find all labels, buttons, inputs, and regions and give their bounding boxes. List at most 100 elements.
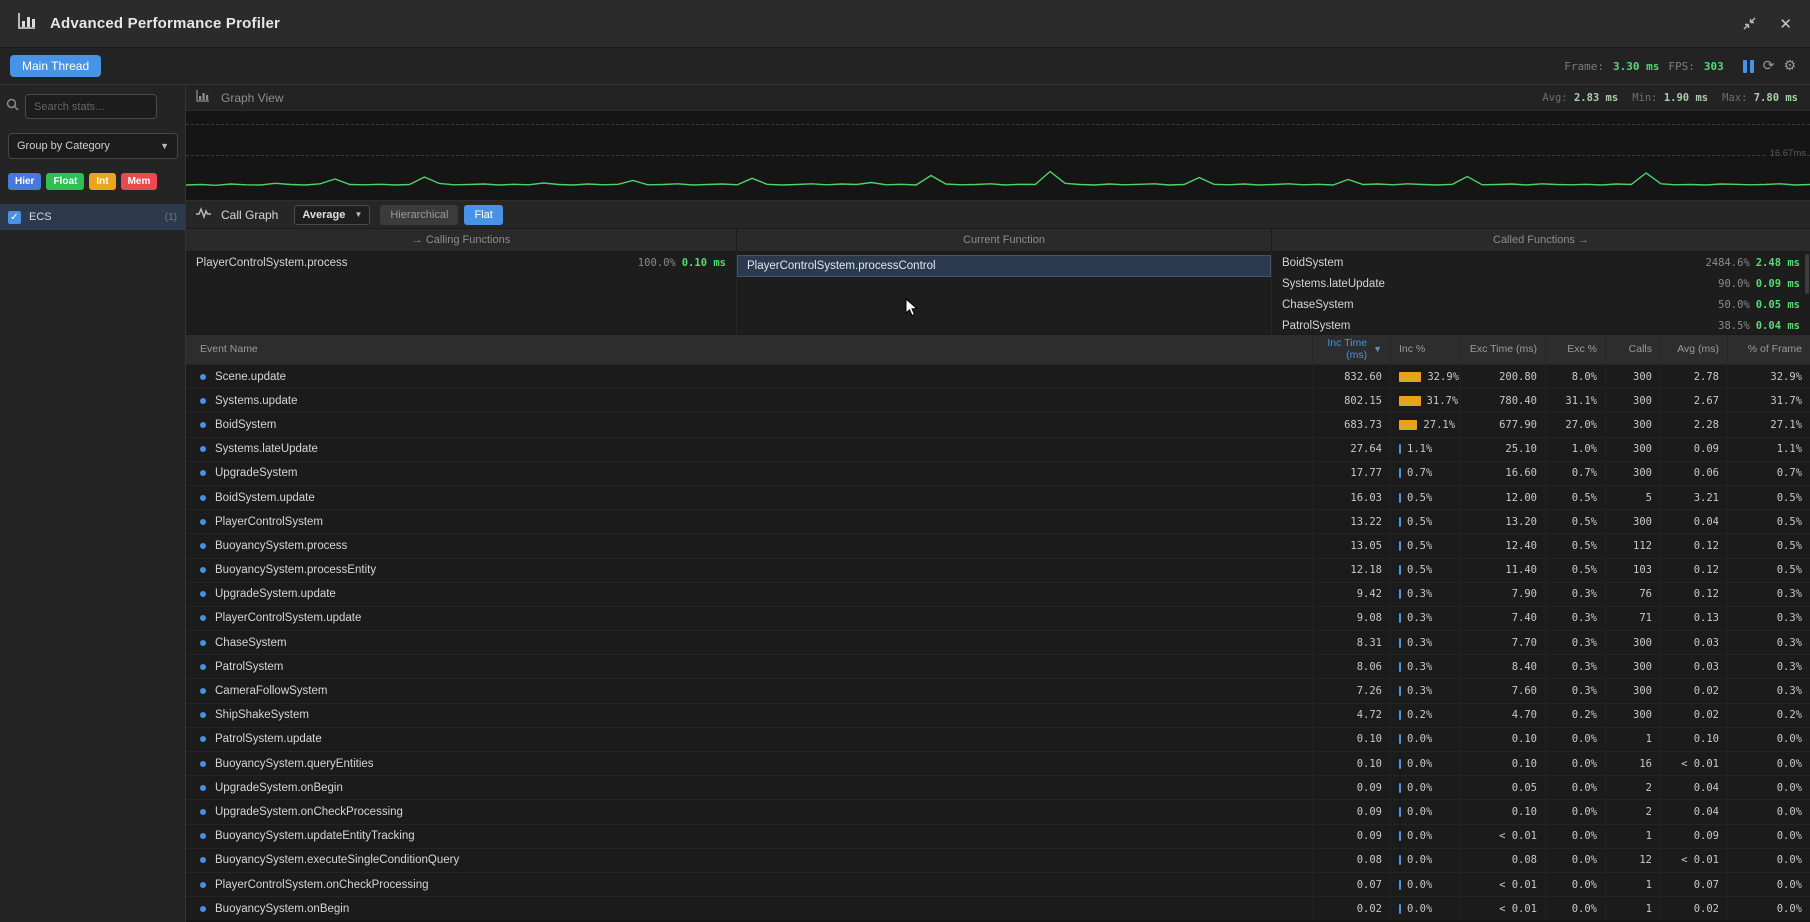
calls-value: 300: [1605, 389, 1660, 412]
inc-time-value: 7.26: [1312, 679, 1390, 702]
table-row[interactable]: BuoyancySystem.onBegin0.020.0%< 0.010.0%…: [186, 896, 1810, 920]
called-function-row[interactable]: BoidSystem2484.6%2.48 ms: [1272, 252, 1810, 273]
table-row[interactable]: BoidSystem.update16.030.5%12.000.5%53.21…: [186, 485, 1810, 509]
event-bullet-icon: [200, 736, 206, 742]
event-bullet-icon: [200, 906, 206, 912]
collapse-icon[interactable]: [1742, 16, 1757, 31]
avg-value: 0.04: [1660, 510, 1727, 533]
column-header-name[interactable]: Event Name: [186, 335, 1312, 364]
category-row-ecs[interactable]: ✓ECS(1): [0, 204, 185, 230]
table-row[interactable]: Systems.lateUpdate27.641.1%25.101.0%3000…: [186, 437, 1810, 461]
table-row[interactable]: UpgradeSystem.onBegin0.090.0%0.050.0%20.…: [186, 775, 1810, 799]
inc-pct-bar: [1399, 759, 1401, 769]
frame-pct-value: 32.9%: [1727, 365, 1810, 388]
calls-value: 300: [1605, 413, 1660, 436]
frame-pct-value: 31.7%: [1727, 389, 1810, 412]
frame-time-line: [186, 111, 1810, 200]
table-row[interactable]: BuoyancySystem.executeSingleConditionQue…: [186, 848, 1810, 872]
event-bullet-icon: [200, 615, 206, 621]
table-row[interactable]: CameraFollowSystem7.260.3%7.600.3%3000.0…: [186, 678, 1810, 702]
column-header-inc[interactable]: Inc Time (ms)▼: [1312, 335, 1390, 364]
called-function-row[interactable]: PatrolSystem38.5%0.04 ms: [1272, 315, 1810, 334]
exc-time-value: 7.70: [1460, 631, 1545, 654]
hierarchical-button[interactable]: Hierarchical: [380, 205, 458, 225]
table-row[interactable]: PlayerControlSystem13.220.5%13.200.5%300…: [186, 509, 1810, 533]
event-name: UpgradeSystem.update: [215, 588, 336, 600]
search-input[interactable]: [25, 94, 157, 119]
flat-button[interactable]: Flat: [464, 205, 502, 225]
function-name: PlayerControlSystem.process: [196, 257, 347, 269]
inc-time-value: 27.64: [1312, 438, 1390, 461]
calling-functions-header: → Calling Functions: [186, 228, 737, 252]
table-row[interactable]: ChaseSystem8.310.3%7.700.3%3000.030.3%: [186, 630, 1810, 654]
table-row[interactable]: BuoyancySystem.updateEntityTracking0.090…: [186, 824, 1810, 848]
group-by-select[interactable]: Group by Category ▼: [8, 133, 178, 159]
inc-pct-bar: [1399, 904, 1401, 914]
column-header-calls[interactable]: Calls: [1605, 335, 1660, 364]
table-row[interactable]: UpgradeSystem17.770.7%16.600.7%3000.060.…: [186, 461, 1810, 485]
table-row[interactable]: BuoyancySystem.process13.050.5%12.400.5%…: [186, 533, 1810, 557]
pause-icon[interactable]: [1743, 60, 1754, 73]
mode-select[interactable]: Average ▼: [294, 205, 370, 225]
column-header-exc[interactable]: Exc Time (ms): [1460, 335, 1545, 364]
column-header-avg[interactable]: Avg (ms): [1660, 335, 1727, 364]
inc-time-value: 0.10: [1312, 728, 1390, 751]
exc-pct-value: 0.0%: [1545, 800, 1605, 823]
calls-value: 300: [1605, 655, 1660, 678]
exc-time-value: 8.40: [1460, 655, 1545, 678]
gear-icon[interactable]: ⚙: [1783, 58, 1796, 74]
tab-main-thread[interactable]: Main Thread: [10, 55, 101, 77]
table-row[interactable]: ShipShakeSystem4.720.2%4.700.2%3000.020.…: [186, 703, 1810, 727]
current-function-cell[interactable]: PlayerControlSystem.processControl: [737, 255, 1271, 277]
table-row[interactable]: Systems.update802.1531.7%780.4031.1%3002…: [186, 388, 1810, 412]
exc-time-value: 7.60: [1460, 679, 1545, 702]
fps-label: FPS:: [1668, 60, 1695, 73]
exc-pct-value: 0.2%: [1545, 704, 1605, 727]
frame-pct-value: 0.3%: [1727, 655, 1810, 678]
table-row[interactable]: BoidSystem683.7327.1%677.9027.0%3002.282…: [186, 412, 1810, 436]
stats-table-header: Event NameInc Time (ms)▼Inc %Exc Time (m…: [186, 334, 1810, 364]
column-header-excp[interactable]: Exc %: [1545, 335, 1605, 364]
filter-chip-hier[interactable]: Hier: [8, 173, 41, 190]
table-row[interactable]: BuoyancySystem.queryEntities0.100.0%0.10…: [186, 751, 1810, 775]
calls-value: 76: [1605, 583, 1660, 606]
close-icon[interactable]: ✕: [1779, 15, 1792, 33]
inc-time-value: 17.77: [1312, 462, 1390, 485]
stats-table-body: Scene.update832.6032.9%200.808.0%3002.78…: [186, 364, 1810, 920]
table-row[interactable]: PatrolSystem8.060.3%8.400.3%3000.030.3%: [186, 654, 1810, 678]
table-row[interactable]: BuoyancySystem.processEntity12.180.5%11.…: [186, 558, 1810, 582]
frame-pct-value: 0.3%: [1727, 583, 1810, 606]
calls-value: 300: [1605, 679, 1660, 702]
inc-pct-value: 0.0%: [1407, 854, 1432, 866]
frame-pct-value: 0.0%: [1727, 800, 1810, 823]
avg-value: 0.02: [1660, 897, 1727, 920]
inc-pct-bar: [1399, 444, 1401, 454]
column-header-fr[interactable]: % of Frame: [1727, 335, 1810, 364]
calling-function-row[interactable]: PlayerControlSystem.process100.0%0.10 ms: [186, 252, 736, 273]
inc-pct-value: 0.5%: [1407, 516, 1432, 528]
event-bullet-icon: [200, 567, 206, 573]
called-function-row[interactable]: Systems.lateUpdate90.0%0.09 ms: [1272, 273, 1810, 294]
inc-pct-bar: [1399, 372, 1421, 382]
table-row[interactable]: Scene.update832.6032.9%200.808.0%3002.78…: [186, 364, 1810, 388]
table-row[interactable]: PlayerControlSystem.update9.080.3%7.400.…: [186, 606, 1810, 630]
table-row[interactable]: UpgradeSystem.update9.420.3%7.900.3%760.…: [186, 582, 1810, 606]
filter-chip-float[interactable]: Float: [46, 173, 84, 190]
exc-time-value: 0.08: [1460, 849, 1545, 872]
refresh-icon[interactable]: ⟳: [1763, 58, 1775, 74]
calls-value: 300: [1605, 510, 1660, 533]
exc-pct-value: 0.0%: [1545, 825, 1605, 848]
filter-chip-int[interactable]: Int: [89, 173, 115, 190]
checkbox-checked-icon[interactable]: ✓: [8, 211, 21, 224]
frame-time-plot[interactable]: 16.67ms: [186, 111, 1810, 200]
table-row[interactable]: PatrolSystem.update0.100.0%0.100.0%10.10…: [186, 727, 1810, 751]
table-row[interactable]: PlayerControlSystem.onCheckProcessing0.0…: [186, 872, 1810, 896]
column-header-incp[interactable]: Inc %: [1390, 335, 1460, 364]
called-scrollbar[interactable]: [1805, 254, 1809, 294]
table-row[interactable]: UpgradeSystem.onCheckProcessing0.090.0%0…: [186, 799, 1810, 823]
called-function-row[interactable]: ChaseSystem50.0%0.05 ms: [1272, 294, 1810, 315]
exc-pct-value: 0.0%: [1545, 873, 1605, 896]
exc-time-value: < 0.01: [1460, 897, 1545, 920]
filter-chip-mem[interactable]: Mem: [121, 173, 158, 190]
inc-pct-value: 0.5%: [1407, 492, 1432, 504]
